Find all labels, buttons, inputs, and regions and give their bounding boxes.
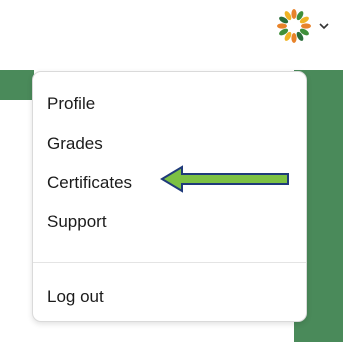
menu-item-grades[interactable]: Grades	[47, 134, 103, 154]
chevron-down-icon	[319, 23, 329, 30]
left-arrow-icon	[160, 165, 289, 193]
background-panel-left	[0, 70, 34, 100]
menu-divider	[33, 262, 306, 263]
menu-item-log-out[interactable]: Log out	[47, 287, 104, 307]
menu-item-profile[interactable]: Profile	[47, 94, 95, 114]
account-dropdown-menu: Profile Grades Certificates Support Log …	[32, 71, 307, 322]
account-menu-toggle[interactable]	[274, 6, 334, 46]
menu-item-certificates[interactable]: Certificates	[47, 173, 132, 193]
avatar-icon	[277, 9, 311, 43]
menu-item-support[interactable]: Support	[47, 212, 107, 232]
